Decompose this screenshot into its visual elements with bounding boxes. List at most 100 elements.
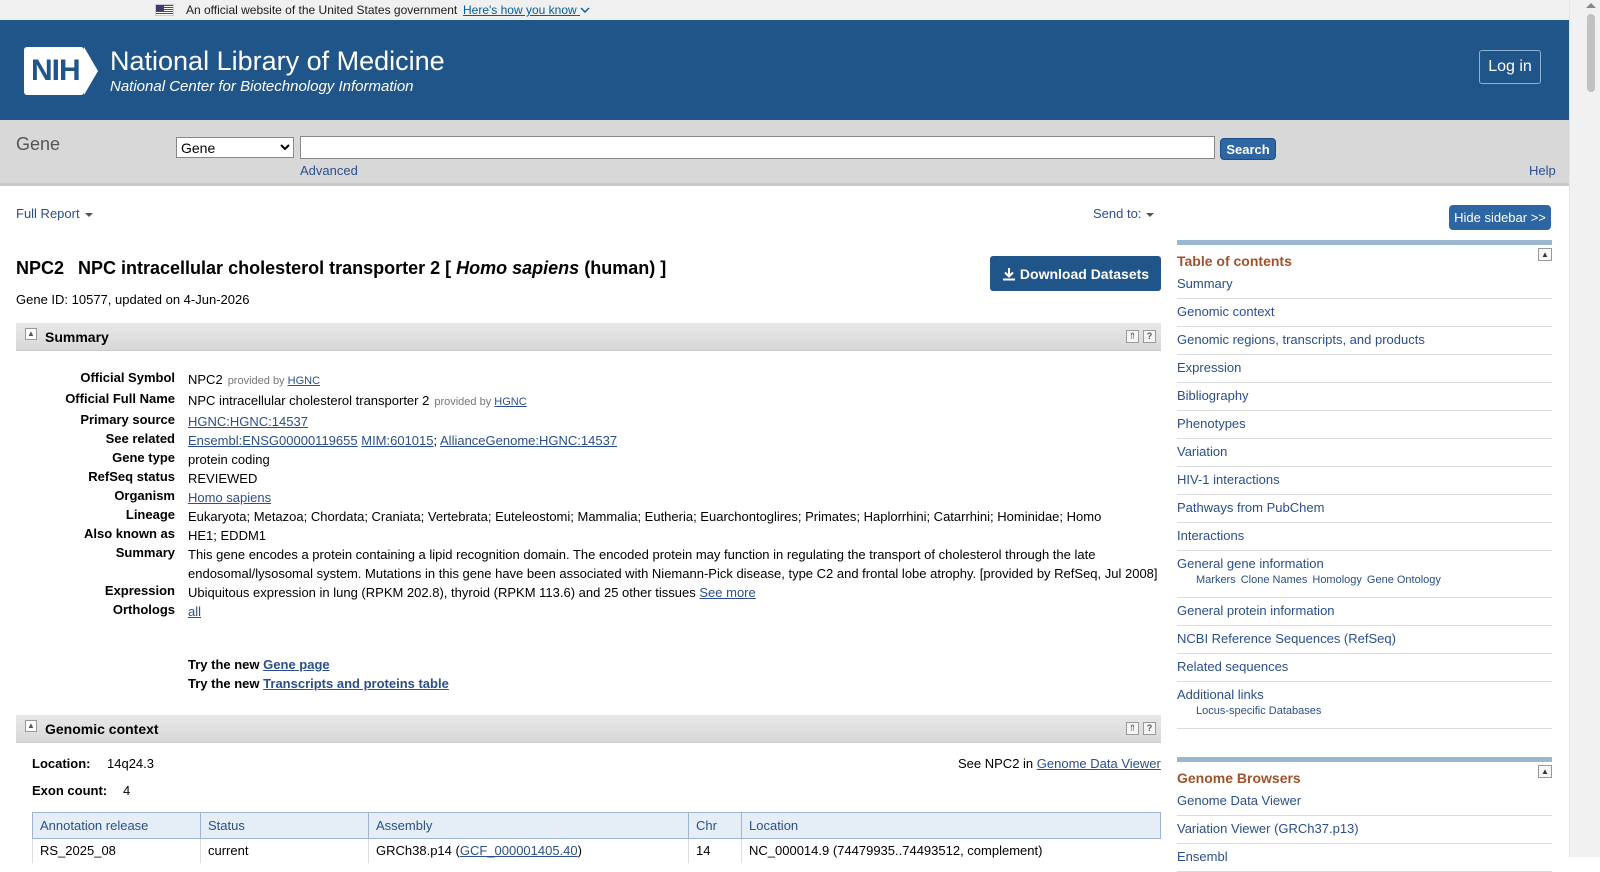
login-button[interactable]: Log in xyxy=(1479,50,1541,84)
search-button[interactable]: Search xyxy=(1220,138,1276,160)
download-icon xyxy=(1002,267,1015,280)
page-scrollbar[interactable] xyxy=(1569,0,1600,857)
orthologs-label: Orthologs xyxy=(112,602,175,617)
browser-ensembl[interactable]: Ensembl xyxy=(1177,844,1552,872)
column-header[interactable]: Chr xyxy=(688,812,742,839)
collapse-icon[interactable]: ▲ xyxy=(25,328,37,340)
column-header[interactable]: Annotation release xyxy=(32,812,201,839)
caret-down-icon xyxy=(1146,212,1155,217)
genome-browsers-title: Genome Browsers xyxy=(1177,770,1301,786)
mim-link[interactable]: MIM:601015 xyxy=(361,433,433,448)
toc-item-genomic-regions[interactable]: Genomic regions, transcripts, and produc… xyxy=(1177,327,1552,355)
summary-section-header[interactable]: ▲ Summary ⇑ ? xyxy=(16,323,1161,351)
collapse-icon[interactable]: ▲ xyxy=(1538,765,1552,778)
table-cell: current xyxy=(200,838,369,863)
how-you-know-link[interactable]: Here's how you know xyxy=(463,3,590,17)
ncbi-subtitle[interactable]: National Center for Biotechnology Inform… xyxy=(110,78,414,95)
help-icon[interactable]: ? xyxy=(1143,722,1156,735)
try-new-links: Try the new Gene page Try the new Transc… xyxy=(188,657,449,691)
alliance-genome-link[interactable]: AllianceGenome:HGNC:14537 xyxy=(440,433,617,448)
collapse-icon[interactable]: ▲ xyxy=(25,720,37,732)
toc-item-general-protein-info[interactable]: General protein information xyxy=(1177,598,1552,626)
toc-sub-clone-names[interactable]: Clone Names xyxy=(1241,574,1308,586)
help-link[interactable]: Help xyxy=(1529,163,1556,178)
see-more-link[interactable]: See more xyxy=(699,585,755,600)
browser-variation-viewer[interactable]: Variation Viewer (GRCh37.p13) xyxy=(1177,816,1552,844)
new-gene-page-link[interactable]: Gene page xyxy=(263,657,329,672)
scroll-top-icon[interactable]: ⇑ xyxy=(1126,722,1139,735)
gene-type-value: protein coding xyxy=(188,452,270,467)
transcripts-table-link[interactable]: Transcripts and proteins table xyxy=(263,676,449,691)
toc-sub-markers[interactable]: Markers xyxy=(1196,574,1236,586)
caret-down-icon xyxy=(84,212,93,217)
help-icon[interactable]: ? xyxy=(1143,330,1156,343)
toc-item-related-sequences[interactable]: Related sequences xyxy=(1177,654,1552,682)
hide-sidebar-button[interactable]: Hide sidebar >> xyxy=(1449,205,1551,230)
table-cell: 14 xyxy=(688,838,742,863)
assembly-link[interactable]: GCF_000001405.40 xyxy=(460,843,578,858)
ensembl-link[interactable]: Ensembl:ENSG00000119655 xyxy=(188,433,358,448)
toc-title: Table of contents xyxy=(1177,253,1292,269)
exon-count-value: 4 xyxy=(123,783,131,798)
scroll-top-icon[interactable]: ⇑ xyxy=(1126,330,1139,343)
hgnc-provider-link[interactable]: HGNC xyxy=(288,375,320,387)
toc-item-expression[interactable]: Expression xyxy=(1177,355,1552,383)
genome-data-viewer-link[interactable]: Genome Data Viewer xyxy=(1037,756,1161,771)
orthologs-all-link[interactable]: all xyxy=(188,604,201,619)
lineage-value: Eukaryota; Metazoa; Chordata; Craniata; … xyxy=(188,509,1102,524)
toc-item-phenotypes[interactable]: Phenotypes xyxy=(1177,411,1552,439)
column-header[interactable]: Location xyxy=(741,812,1161,839)
database-select[interactable]: Gene xyxy=(176,137,294,158)
location-value: 14q24.3 xyxy=(107,756,154,771)
advanced-search-link[interactable]: Advanced xyxy=(300,163,358,178)
genomic-context-title: Genomic context xyxy=(45,721,159,737)
toc-item-refseq[interactable]: NCBI Reference Sequences (RefSeq) xyxy=(1177,626,1552,654)
organism-link[interactable]: Homo sapiens xyxy=(188,490,271,505)
genome-browsers: ▲ Genome Browsers Genome Data Viewer Var… xyxy=(1177,757,1552,872)
primary-source-label: Primary source xyxy=(80,412,175,427)
summary-title: Summary xyxy=(45,329,109,345)
hgnc-provider-link[interactable]: HGNC xyxy=(494,396,526,408)
column-header[interactable]: Status xyxy=(200,812,369,839)
column-header[interactable]: Assembly xyxy=(368,812,689,839)
site-header: NIH National Library of Medicine Nationa… xyxy=(0,20,1569,120)
toc-item-pathways[interactable]: Pathways from PubChem xyxy=(1177,495,1552,523)
table-row: RS_2025_08 current GRCh38.p14 (GCF_00000… xyxy=(32,838,1161,863)
toc-item-general-gene-info[interactable]: General gene information xyxy=(1177,556,1324,571)
toc-item-variation[interactable]: Variation xyxy=(1177,439,1552,467)
collapse-icon[interactable]: ▲ xyxy=(1538,248,1552,261)
primary-source-link[interactable]: HGNC:HGNC:14537 xyxy=(188,414,308,429)
search-input[interactable] xyxy=(300,136,1215,159)
send-to-dropdown[interactable]: Send to: xyxy=(1093,206,1155,221)
genomic-context-section-header[interactable]: ▲ Genomic context ⇑ ? xyxy=(16,715,1161,743)
toc-item-additional-links-group: Additional links Locus-specific Database… xyxy=(1177,682,1552,729)
table-cell: RS_2025_08 xyxy=(32,838,201,863)
toc-sub-gene-ontology[interactable]: Gene Ontology xyxy=(1367,574,1441,586)
lineage-label: Lineage xyxy=(125,507,175,522)
toc-item-interactions[interactable]: Interactions xyxy=(1177,523,1552,551)
full-report-dropdown[interactable]: Full Report xyxy=(16,206,93,221)
nlm-title[interactable]: National Library of Medicine xyxy=(110,46,445,77)
scroll-up-arrow-icon[interactable] xyxy=(1586,3,1596,8)
send-to-label: Send to: xyxy=(1093,206,1142,221)
toc-item-summary[interactable]: Summary xyxy=(1177,271,1552,299)
toc-item-bibliography[interactable]: Bibliography xyxy=(1177,383,1552,411)
toc-sub-homology[interactable]: Homology xyxy=(1312,574,1362,586)
table-cell: GRCh38.p14 (GCF_000001405.40) xyxy=(368,838,689,863)
official-symbol-value: NPC2 xyxy=(188,372,223,387)
toc-sub-locus-specific[interactable]: Locus-specific Databases xyxy=(1196,705,1321,717)
official-full-name-value: NPC intracellular cholesterol transporte… xyxy=(188,393,430,408)
location-label: Location: xyxy=(32,756,91,771)
nih-logo-text: NIH xyxy=(31,54,81,87)
expression-value: Ubiquitous expression in lung (RPKM 202.… xyxy=(188,585,696,600)
see-in-genome-data-viewer: See NPC2 in Genome Data Viewer xyxy=(958,756,1161,771)
download-datasets-button[interactable]: Download Datasets xyxy=(990,256,1161,291)
browser-genome-data-viewer[interactable]: Genome Data Viewer xyxy=(1177,788,1552,816)
toc-item-hiv-interactions[interactable]: HIV-1 interactions xyxy=(1177,467,1552,495)
exon-count-label: Exon count: xyxy=(32,783,108,798)
gene-title: NPC2 NPC intracellular cholesterol transp… xyxy=(16,258,667,278)
scrollbar-thumb[interactable] xyxy=(1587,14,1595,92)
toc-item-additional-links[interactable]: Additional links xyxy=(1177,687,1264,702)
toc-item-genomic-context[interactable]: Genomic context xyxy=(1177,299,1552,327)
nih-logo[interactable]: NIH xyxy=(24,47,100,95)
